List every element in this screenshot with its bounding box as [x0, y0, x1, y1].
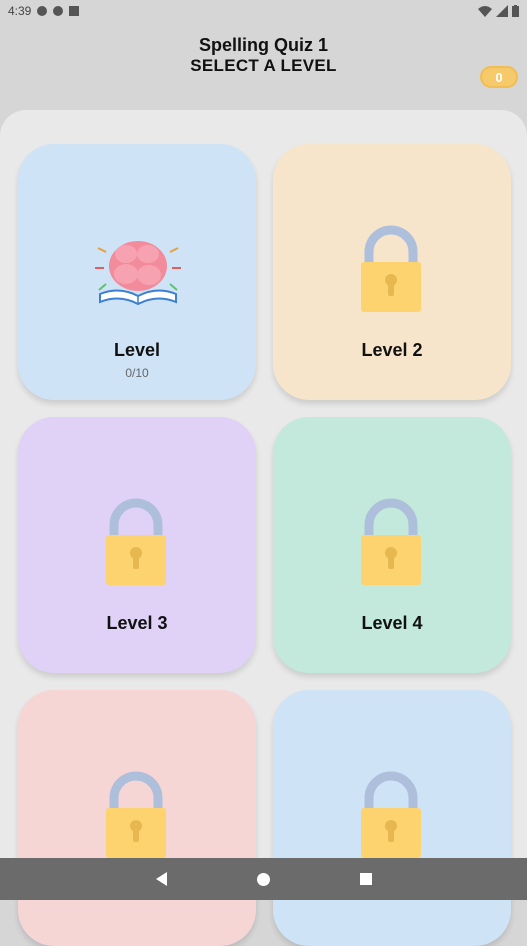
level-label: Level 3: [106, 613, 168, 633]
page-subtitle: SELECT A LEVEL: [190, 56, 337, 75]
status-time: 4:39: [8, 4, 32, 18]
recents-icon[interactable]: [359, 873, 372, 885]
level-tile-5[interactable]: [18, 690, 256, 946]
level-label: Level 4: [361, 613, 423, 633]
back-icon[interactable]: [155, 872, 167, 886]
level-tile-2[interactable]: Level 2: [273, 144, 511, 400]
status-left: 4:39: [8, 4, 80, 18]
levels-panel: Level 0/10 Level 2 Level 3 Level 4: [0, 110, 527, 946]
wifi-icon: [478, 6, 492, 17]
level-tile-1[interactable]: Level 0/10: [18, 144, 256, 400]
level-tile-3[interactable]: Level 3: [18, 417, 256, 673]
level-tile-6[interactable]: [273, 690, 511, 946]
system-nav-bar: [0, 858, 527, 900]
status-bar: 4:39: [0, 0, 527, 22]
header: Spelling Quiz 1 SELECT A LEVEL: [0, 34, 527, 76]
coin-count: 0: [495, 69, 503, 85]
page-title: Spelling Quiz 1: [198, 35, 328, 55]
battery-icon: [512, 5, 519, 17]
level-label: Level 2: [361, 340, 423, 360]
level-progress: 0/10: [125, 366, 149, 380]
coin-badge: 0: [480, 66, 518, 88]
status-right: [478, 5, 519, 17]
lock-icon: [106, 771, 166, 858]
brain-book-icon: [95, 241, 181, 306]
home-icon[interactable]: [256, 872, 270, 886]
level-tile-4[interactable]: Level 4: [273, 417, 511, 673]
lock-icon: [361, 498, 421, 585]
lock-icon: [361, 225, 421, 312]
notification-icon: [37, 6, 48, 16]
level-label: Level: [113, 340, 161, 360]
sd-card-icon: [69, 6, 80, 16]
lock-icon: [106, 498, 166, 585]
lock-icon: [361, 771, 421, 858]
signal-icon: [496, 5, 508, 17]
app-notification-icon: [53, 6, 64, 16]
